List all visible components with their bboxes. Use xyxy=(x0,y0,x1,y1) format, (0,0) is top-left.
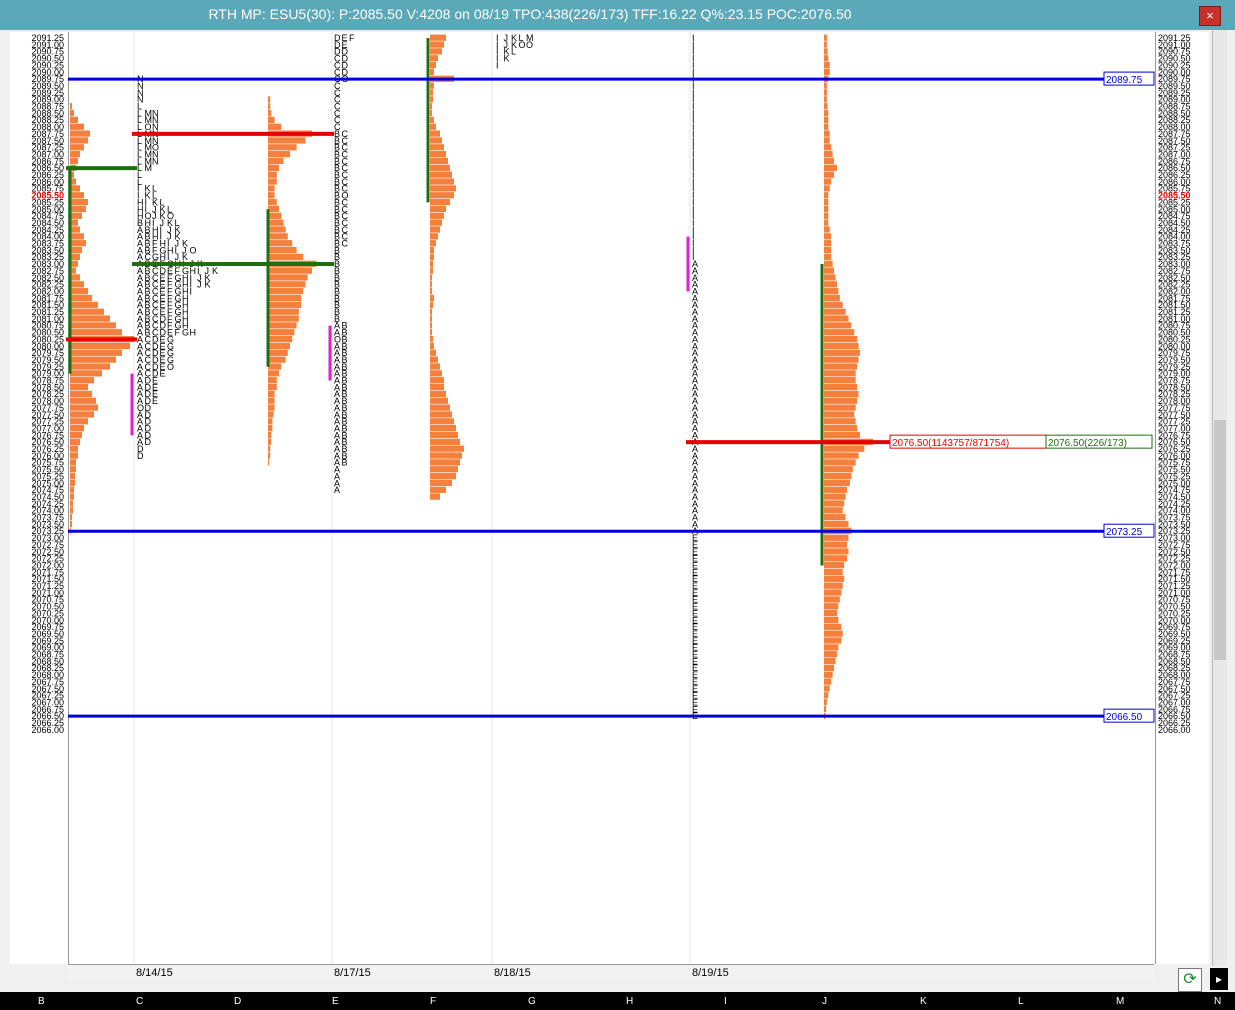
right-price-axis xyxy=(1155,32,1209,964)
window-title: RTH MP: ESU5(30): P:2085.50 V:4208 on 08… xyxy=(208,6,852,22)
refresh-button[interactable]: ⟳ xyxy=(1178,968,1202,992)
close-button[interactable]: × xyxy=(1199,6,1221,26)
vertical-scrollbar[interactable] xyxy=(1212,30,1227,966)
left-price-axis xyxy=(10,32,68,964)
nav-right-button[interactable]: ▸ xyxy=(1210,968,1228,990)
scrollbar-thumb[interactable] xyxy=(1214,420,1226,660)
title-bar: RTH MP: ESU5(30): P:2085.50 V:4208 on 08… xyxy=(0,0,1235,30)
plot-area[interactable] xyxy=(68,32,1156,964)
date-axis-strip xyxy=(68,964,1154,981)
bottom-letter-bar xyxy=(0,992,1235,1010)
